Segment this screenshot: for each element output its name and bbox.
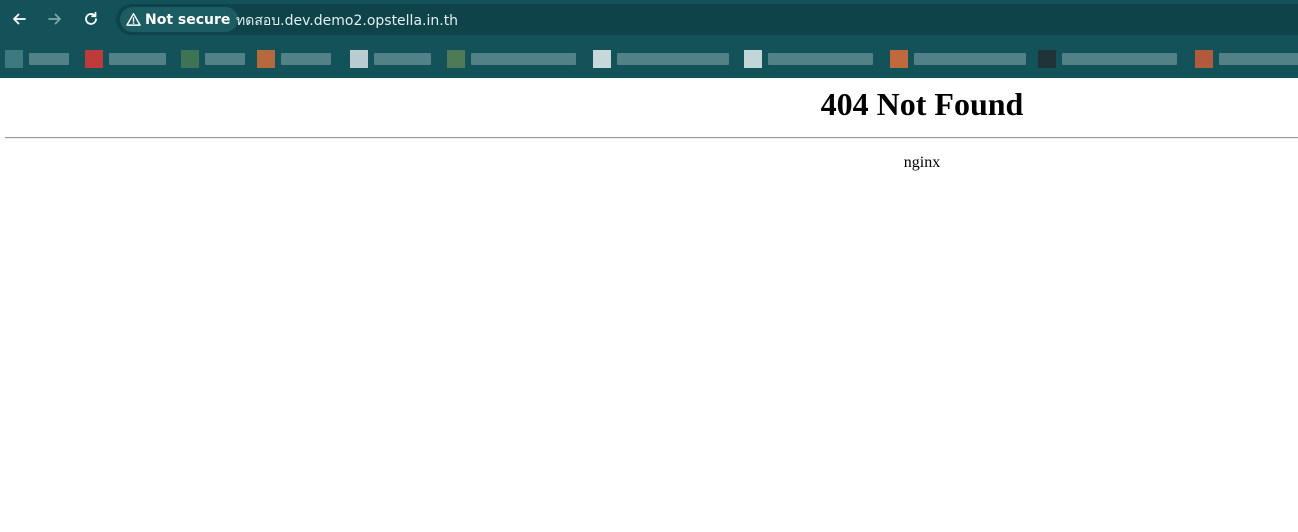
bookmark-favicon-icon <box>85 50 103 68</box>
address-bar[interactable]: Not secure ทดสอบ.dev.demo2.opstella.in.t… <box>116 4 1298 35</box>
bookmark-favicon-icon <box>447 50 465 68</box>
bookmark-favicon-icon <box>350 50 368 68</box>
bookmark-favicon-icon <box>593 50 611 68</box>
bookmark-favicon-icon <box>1195 50 1213 68</box>
bookmark-favicon-icon <box>257 50 275 68</box>
bookmark-favicon-icon <box>5 50 23 68</box>
security-label: Not secure <box>145 11 231 28</box>
bookmark-favicon-icon <box>181 50 199 68</box>
browser-toolbar: Not secure ทดสอบ.dev.demo2.opstella.in.t… <box>0 0 1298 38</box>
page-content: 404 Not Found nginx <box>0 78 1298 532</box>
arrow-right-icon <box>48 13 61 25</box>
reload-icon <box>85 11 97 25</box>
warning-triangle-icon <box>126 12 141 26</box>
page-title: 404 Not Found <box>820 86 1024 122</box>
bookmark-favicon-icon <box>1038 50 1056 68</box>
reload-button[interactable] <box>77 5 105 33</box>
bookmarks-bar <box>0 47 1298 71</box>
url-text[interactable]: ทดสอบ.dev.demo2.opstella.in.th <box>236 10 458 32</box>
browser-chrome: Not secure ทดสอบ.dev.demo2.opstella.in.t… <box>0 0 1298 78</box>
divider <box>5 137 1298 139</box>
server-signature: nginx <box>903 154 941 171</box>
security-chip[interactable]: Not secure <box>120 7 239 32</box>
arrow-left-icon <box>13 13 26 25</box>
back-button[interactable] <box>5 5 33 33</box>
bookmark-favicon-icon <box>890 50 908 68</box>
bookmark-favicon-icon <box>744 50 762 68</box>
forward-button[interactable] <box>41 5 69 33</box>
